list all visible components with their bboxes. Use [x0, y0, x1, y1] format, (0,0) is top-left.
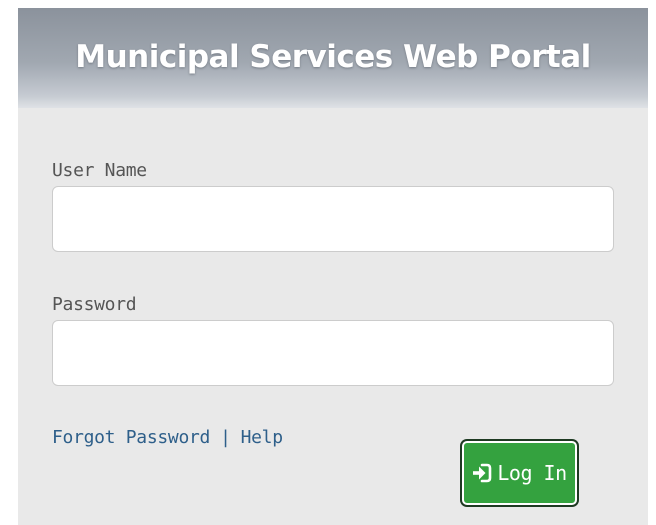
help-link[interactable]: Help [241, 427, 283, 448]
portal-title: Municipal Services Web Portal [75, 39, 591, 75]
help-links: Forgot Password | Help [52, 427, 283, 448]
sign-in-icon [472, 463, 492, 483]
portal-header: Municipal Services Web Portal [18, 8, 648, 108]
password-input[interactable] [52, 320, 614, 386]
username-input[interactable] [52, 186, 614, 252]
username-label: User Name [52, 160, 147, 181]
forgot-password-link[interactable]: Forgot Password [52, 427, 210, 448]
login-button-label: Log In [497, 461, 567, 485]
link-separator: | [220, 427, 231, 448]
login-button[interactable]: Log In [462, 441, 577, 505]
login-panel: Municipal Services Web Portal User Name … [18, 8, 648, 525]
password-label: Password [52, 294, 137, 315]
